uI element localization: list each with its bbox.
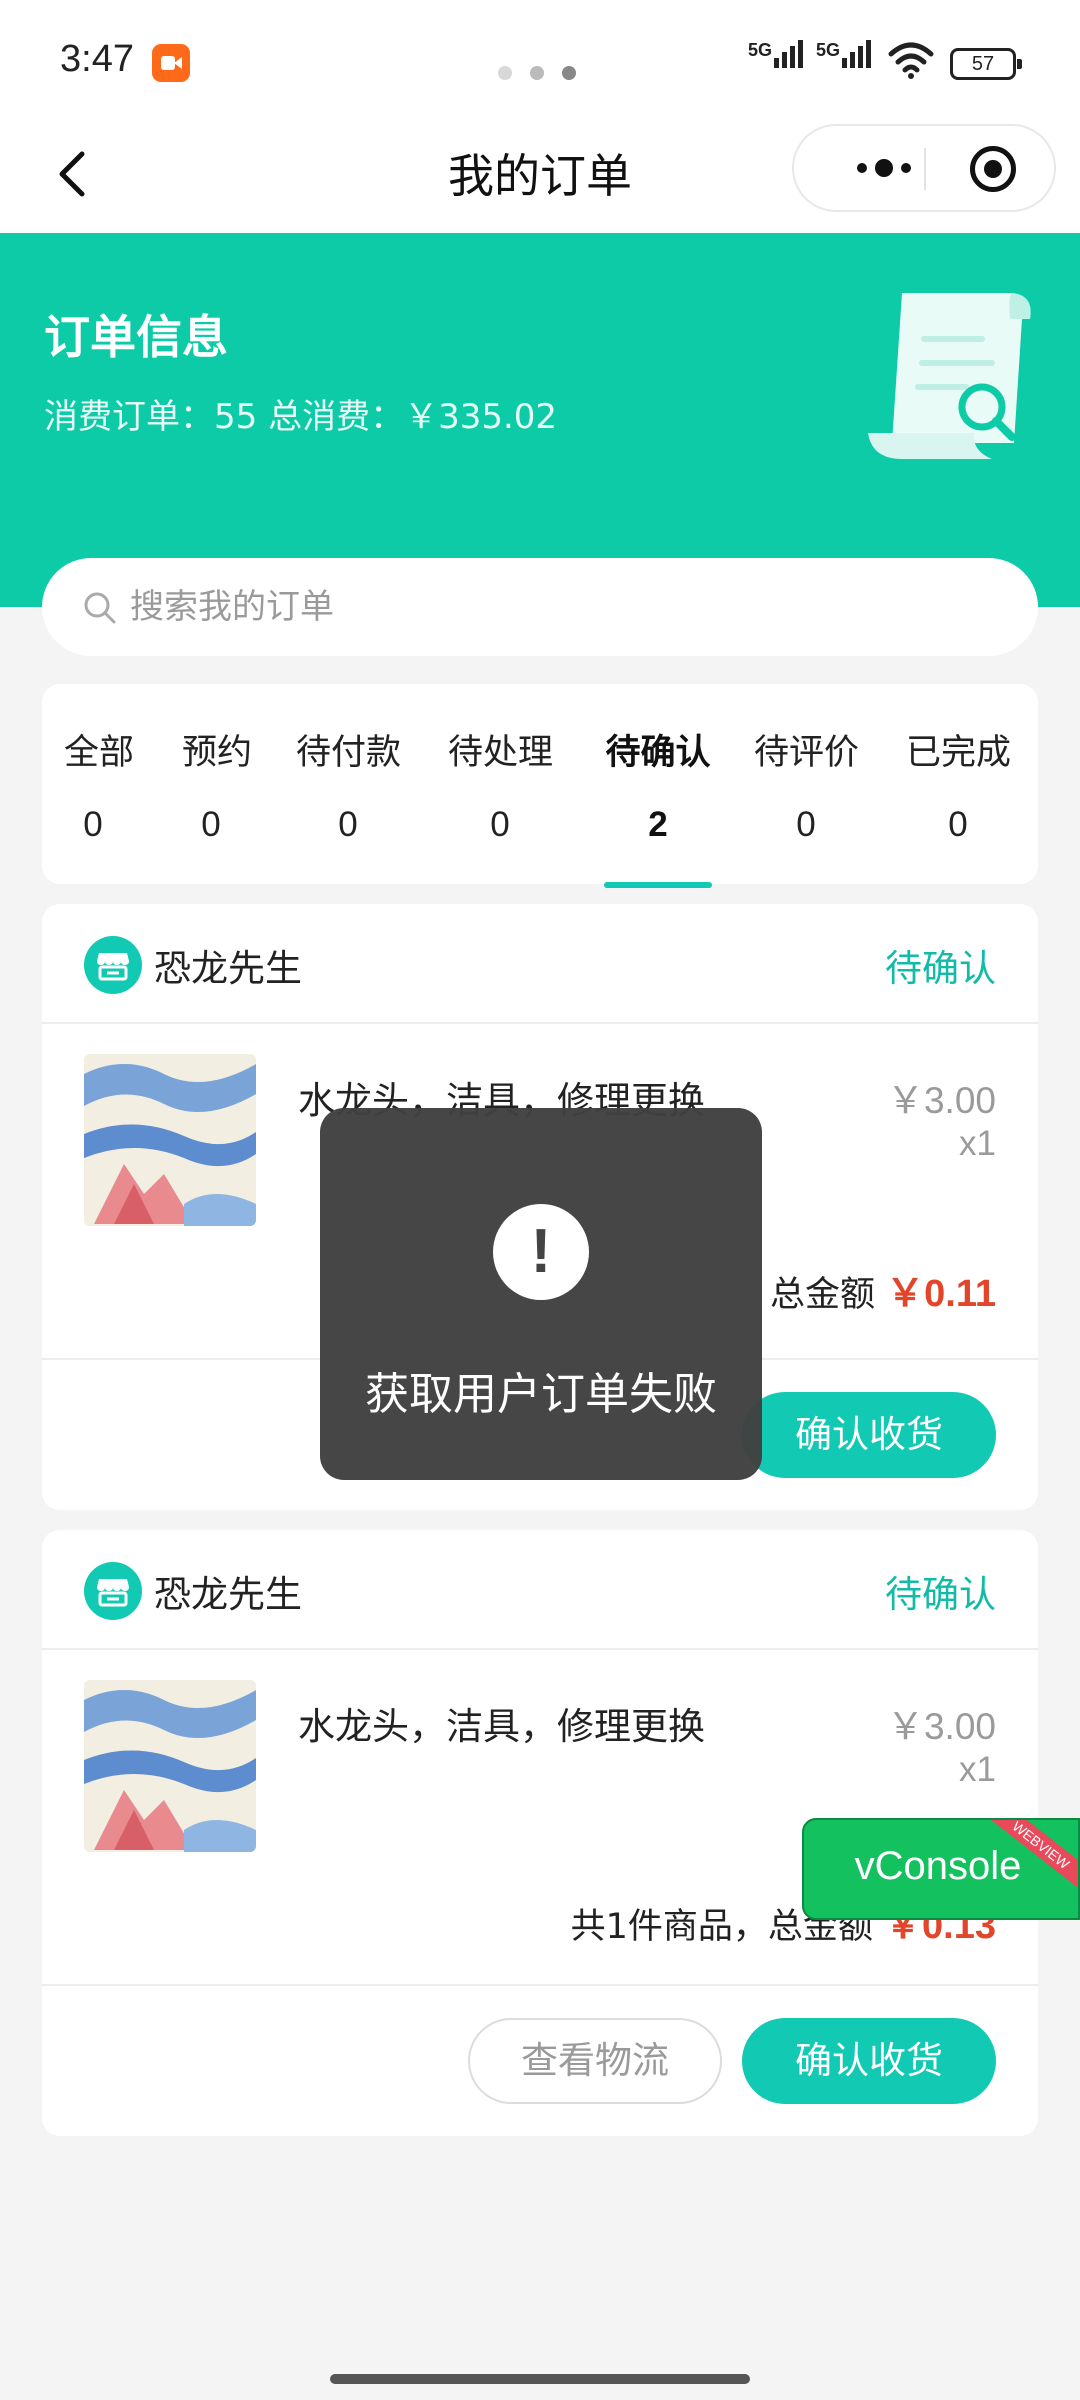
- tab-label: 已完成: [906, 733, 1012, 773]
- page-indicator-dots: [498, 66, 576, 80]
- search-input[interactable]: [130, 580, 990, 634]
- tab-pending-review[interactable]: 待评价 0: [754, 724, 860, 845]
- tab-label: 待确认: [605, 733, 711, 773]
- total-amount: ￥0.11: [886, 1273, 996, 1315]
- tab-completed[interactable]: 已完成 0: [906, 724, 1012, 845]
- more-dots-icon[interactable]: [824, 126, 944, 210]
- tab-count: 0: [338, 805, 358, 844]
- tab-pending-processing[interactable]: 待处理 0: [448, 724, 554, 845]
- error-toast: ! 获取用户订单失败: [320, 1108, 762, 1480]
- tab-count: 2: [648, 805, 668, 844]
- home-indicator[interactable]: [330, 2374, 750, 2384]
- status-time: 3:47: [60, 38, 134, 80]
- confirm-receipt-button[interactable]: 确认收货: [742, 2018, 996, 2104]
- store-icon: [84, 1562, 142, 1620]
- total-label: 总金额: [769, 1275, 875, 1315]
- tab-count: 0: [201, 805, 221, 844]
- exclamation-icon: !: [493, 1204, 589, 1300]
- search-icon: [84, 592, 116, 624]
- product-thumbnail[interactable]: [84, 1054, 256, 1226]
- tab-reservation[interactable]: 预约 0: [182, 724, 253, 845]
- order-summary: 消费订单：55 总消费：￥335.02: [44, 397, 558, 437]
- order-total: 总金额 ￥0.11: [770, 1262, 996, 1317]
- order-status-tabs: 全部 0 预约 0 待付款 0 待处理 0 待确认 2 待评价 0 已完成 0: [42, 684, 1038, 888]
- tab-pending-confirmation[interactable]: 待确认 2: [604, 724, 712, 845]
- confirm-receipt-button[interactable]: 确认收货: [742, 1392, 996, 1478]
- cellular-signal-icon: 5G: [748, 40, 806, 68]
- product-price: ￥3.00: [886, 1080, 996, 1121]
- search-bar: [42, 558, 1038, 656]
- card-divider: [42, 1648, 1038, 1650]
- store-icon: [84, 936, 142, 994]
- order-status-label: 待确认: [885, 1573, 996, 1616]
- tab-label: 待付款: [296, 733, 402, 773]
- tab-count: 0: [490, 805, 510, 844]
- tab-label: 全部: [64, 733, 135, 773]
- status-bar: 3:47 5G 5G 57: [0, 0, 1080, 120]
- store-name: 恐龙先生: [154, 947, 302, 990]
- mini-program-capsule: [792, 124, 1056, 212]
- screen-record-icon: [152, 44, 190, 82]
- wifi-icon: [888, 42, 934, 79]
- banner-title: 订单信息: [44, 310, 228, 364]
- product-thumbnail[interactable]: [84, 1680, 256, 1852]
- network-type-label: 5G: [748, 40, 773, 60]
- product-quantity: x1: [959, 1750, 996, 1789]
- tab-label: 预约: [182, 733, 253, 773]
- product-name: 水龙头，洁具，修理更换: [298, 1705, 705, 1748]
- tab-all[interactable]: 全部 0: [64, 724, 135, 845]
- order-info-banner: 订单信息 消费订单：55 总消费：￥335.02: [0, 233, 1080, 607]
- toast-message: 获取用户订单失败: [365, 1369, 717, 1420]
- cellular-signal-icon-2: 5G: [816, 40, 874, 68]
- active-tab-indicator: [604, 882, 712, 888]
- capsule-divider: [924, 148, 926, 190]
- card-divider: [42, 1984, 1038, 1986]
- close-mini-program-icon[interactable]: [970, 146, 1016, 192]
- navigation-bar: 我的订单: [0, 120, 1080, 233]
- product-quantity: x1: [959, 1124, 996, 1163]
- scroll-search-illustration-icon: [868, 293, 1031, 459]
- order-status-label: 待确认: [885, 947, 996, 990]
- tab-count: 0: [948, 805, 968, 844]
- tab-label: 待处理: [448, 733, 554, 773]
- tab-count: 0: [796, 805, 816, 844]
- tab-label: 待评价: [754, 733, 860, 773]
- view-logistics-button[interactable]: 查看物流: [468, 2018, 722, 2104]
- vconsole-button[interactable]: vConsole WEBVIEW: [802, 1818, 1080, 1920]
- product-price: ￥3.00: [886, 1706, 996, 1747]
- card-divider: [42, 1022, 1038, 1024]
- tab-pending-payment[interactable]: 待付款 0: [296, 724, 402, 845]
- network-type-label-2: 5G: [816, 40, 841, 60]
- store-name: 恐龙先生: [154, 1573, 302, 1616]
- battery-icon: 57: [950, 48, 1022, 80]
- tab-count: 0: [83, 805, 103, 844]
